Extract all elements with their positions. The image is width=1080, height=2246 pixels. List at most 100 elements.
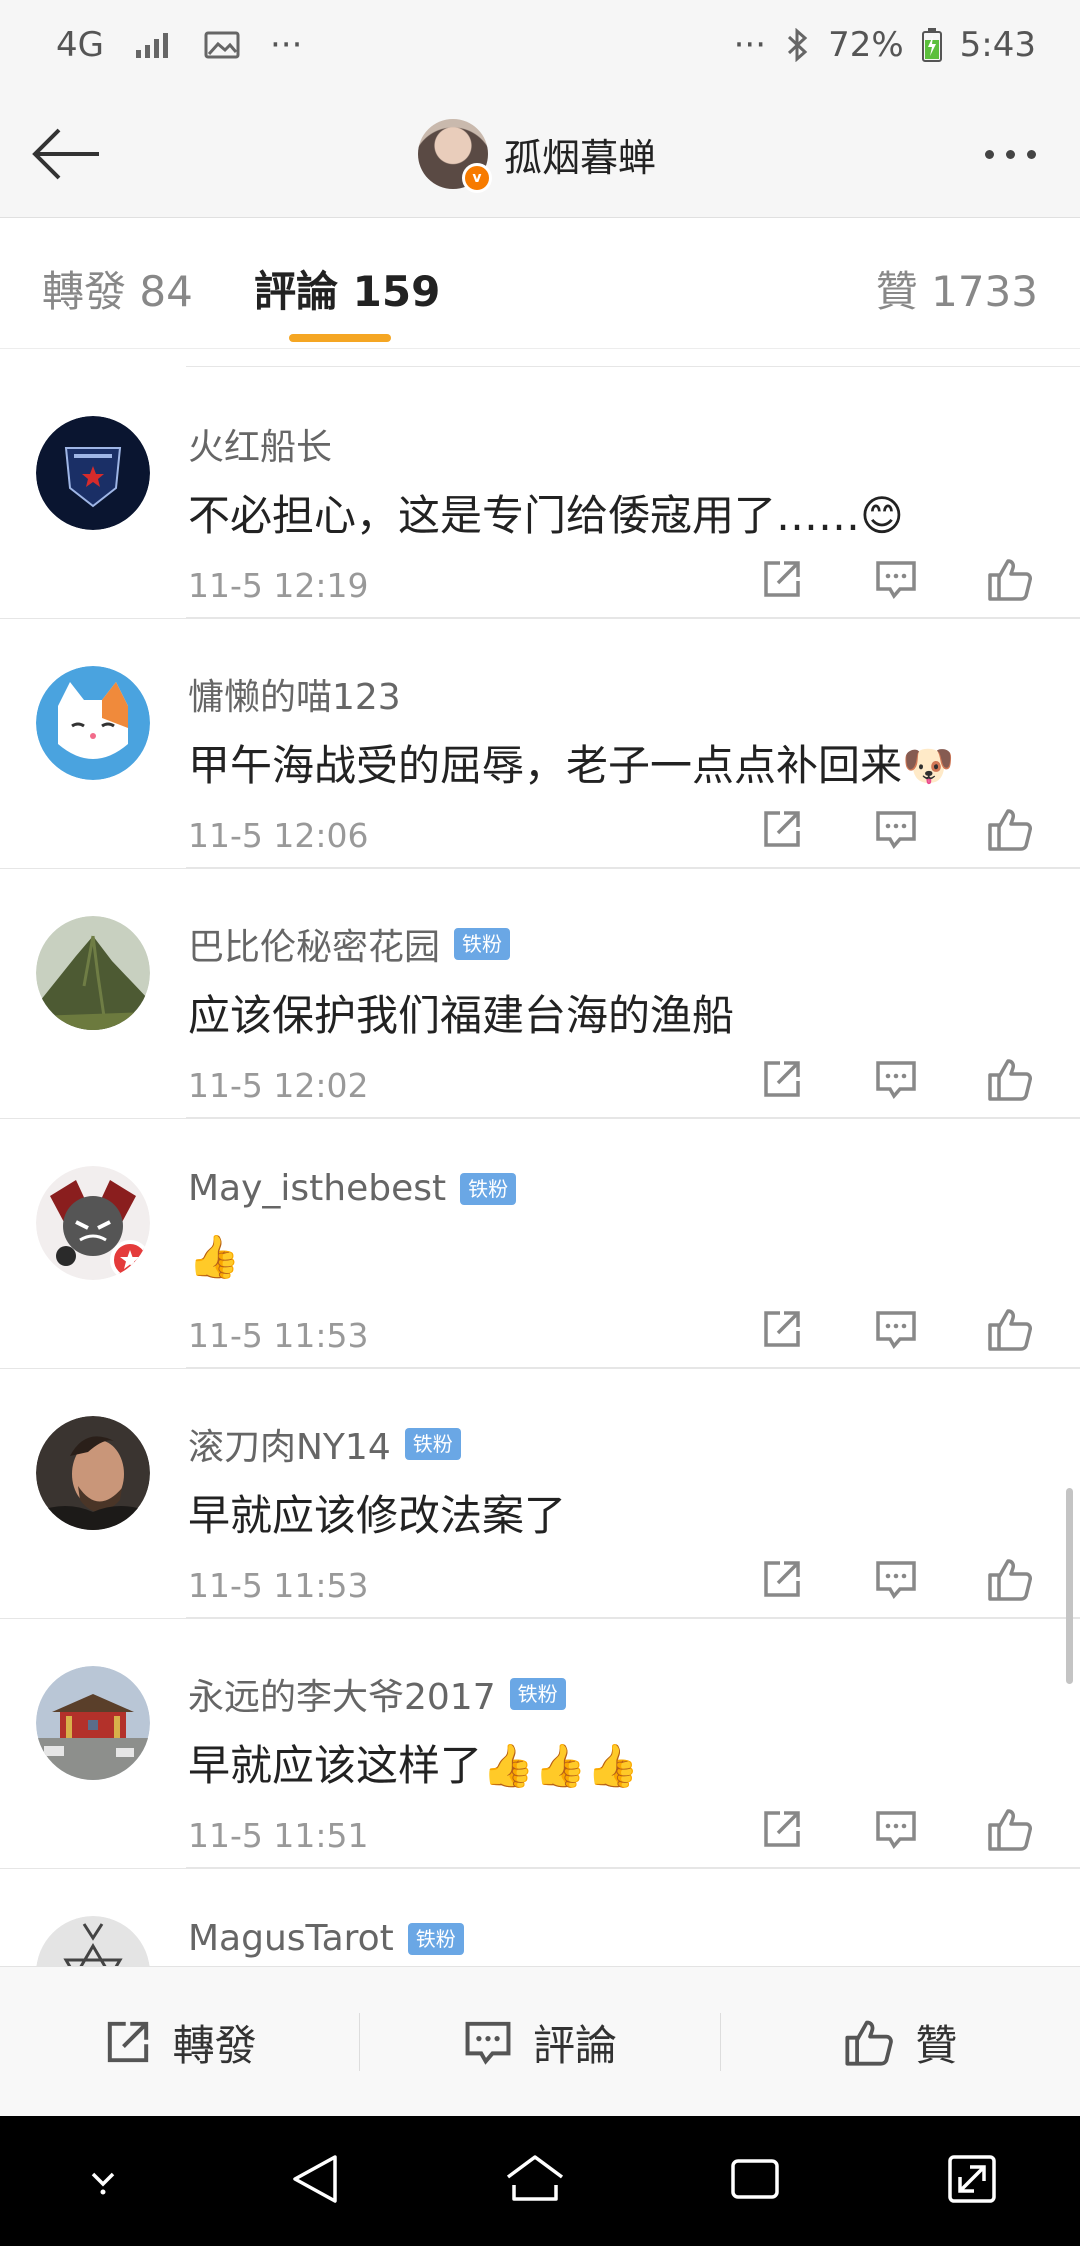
bottom-action-bar: 轉發 評論 贊 bbox=[0, 1966, 1080, 2117]
reply-button[interactable] bbox=[870, 1054, 922, 1104]
active-tab-indicator bbox=[289, 334, 391, 342]
share-button[interactable] bbox=[756, 1054, 808, 1104]
comment-time: 11-5 11:53 bbox=[188, 1566, 369, 1605]
commenter-avatar[interactable] bbox=[36, 666, 150, 780]
commenter-avatar[interactable] bbox=[36, 916, 150, 1030]
like-label: 贊 bbox=[915, 2020, 958, 2070]
comment-actions bbox=[756, 1554, 1036, 1604]
like-button[interactable] bbox=[984, 1804, 1036, 1854]
more-button[interactable] bbox=[970, 118, 1050, 190]
like-button[interactable] bbox=[984, 1304, 1036, 1354]
comment-item: 巴比伦秘密花园 铁粉 应该保护我们福建台海的渔船 11-5 12:02 bbox=[0, 868, 1080, 1119]
tab-comments[interactable]: 評論 159 bbox=[254, 258, 440, 319]
like-button[interactable] bbox=[984, 1554, 1036, 1604]
post-author[interactable]: v 孤烟暮蝉 bbox=[418, 116, 657, 193]
reply-button[interactable] bbox=[870, 804, 922, 854]
commenter-name[interactable]: 永远的李大爷2017 铁粉 bbox=[188, 1668, 566, 1720]
status-bar: 4G ··· ··· 72% 5:43 bbox=[0, 0, 1080, 90]
share-icon bbox=[764, 1311, 800, 1347]
tab-likes[interactable]: 贊 1733 bbox=[876, 258, 1038, 319]
signal-icon bbox=[134, 30, 174, 60]
share-button[interactable] bbox=[756, 1804, 808, 1854]
comment-time: 11-5 12:02 bbox=[188, 1066, 369, 1105]
commenter-name[interactable]: 滚刀肉NY14 铁粉 bbox=[188, 1418, 461, 1470]
network-type-indicator: 4G bbox=[56, 25, 104, 65]
comment-text: 👍 bbox=[188, 1232, 241, 1281]
battery-charging-icon bbox=[921, 28, 942, 62]
commenter-avatar[interactable] bbox=[36, 1916, 150, 1966]
comment-item: MagusTarot 铁粉 bbox=[0, 1868, 1080, 1966]
reply-button[interactable] bbox=[870, 554, 922, 604]
reply-button[interactable] bbox=[870, 1554, 922, 1604]
comment-time: 11-5 12:06 bbox=[188, 816, 369, 855]
comment-label: 評論 bbox=[532, 2020, 617, 2070]
like-button[interactable] bbox=[984, 804, 1036, 854]
reply-button[interactable] bbox=[870, 1304, 922, 1354]
comment-time: 11-5 11:51 bbox=[188, 1816, 369, 1855]
more-dots-icon bbox=[984, 149, 994, 159]
like-button[interactable] bbox=[984, 1054, 1036, 1104]
comment-list[interactable]: 火红船长 不必担心，这是专门给倭寇用了……😊 11-5 12:19 慵懒的喵12… bbox=[0, 350, 1080, 1966]
verified-icon: v bbox=[462, 163, 492, 193]
share-button[interactable] bbox=[756, 1304, 808, 1354]
comment-item: 滚刀肉NY14 铁粉 早就应该修改法案了 11-5 11:53 bbox=[0, 1368, 1080, 1619]
share-button[interactable] bbox=[756, 1554, 808, 1604]
like-button[interactable] bbox=[984, 554, 1036, 604]
commenter-name[interactable]: MagusTarot 铁粉 bbox=[188, 1918, 464, 1959]
author-avatar[interactable]: v bbox=[418, 119, 492, 193]
page-title: 孤烟暮蝉 bbox=[504, 135, 657, 180]
commenter-name[interactable]: May_isthebest 铁粉 bbox=[188, 1168, 517, 1209]
like-button[interactable]: 贊 bbox=[721, 1967, 1080, 2117]
share-icon bbox=[107, 2021, 148, 2063]
thumbs-up-icon bbox=[988, 809, 1032, 851]
share-icon bbox=[764, 811, 800, 847]
fan-badge: 铁粉 bbox=[404, 1428, 461, 1460]
commenter-name[interactable]: 慵懒的喵123 bbox=[188, 668, 401, 720]
commenter-name[interactable]: 巴比伦秘密花园 铁粉 bbox=[188, 918, 511, 970]
comment-text: 早就应该修改法案了 bbox=[188, 1491, 567, 1540]
comment-actions bbox=[756, 1054, 1036, 1104]
share-icon bbox=[764, 1811, 800, 1847]
fan-badge: 铁粉 bbox=[454, 928, 511, 960]
app-header: v 孤烟暮蝉 bbox=[0, 90, 1080, 218]
commenter-avatar[interactable] bbox=[36, 416, 150, 530]
divider bbox=[186, 366, 1080, 367]
comment-text: 早就应该这样了👍👍👍 bbox=[188, 1741, 639, 1790]
comment-button[interactable]: 評論 bbox=[360, 1967, 719, 2117]
status-left: 4G ··· bbox=[56, 25, 302, 65]
clock: 5:43 bbox=[959, 25, 1036, 65]
more-dots-icon bbox=[1005, 149, 1015, 159]
back-nav-button[interactable] bbox=[285, 2149, 345, 2213]
repost-label: 轉發 bbox=[172, 2020, 257, 2070]
more-status-indicator: ··· bbox=[733, 25, 767, 65]
home-nav-button[interactable] bbox=[502, 2149, 568, 2213]
comment-actions bbox=[756, 1304, 1036, 1354]
recents-nav-button[interactable] bbox=[725, 2149, 785, 2213]
share-button[interactable] bbox=[756, 804, 808, 854]
commenter-avatar[interactable] bbox=[36, 1666, 150, 1780]
back-button[interactable] bbox=[28, 118, 104, 190]
image-notification-icon bbox=[204, 30, 240, 60]
commenter-avatar[interactable] bbox=[36, 1166, 150, 1280]
tab-repost[interactable]: 轉發 84 bbox=[42, 258, 193, 319]
commenter-avatar[interactable] bbox=[36, 1416, 150, 1530]
thumbs-up-icon bbox=[988, 559, 1032, 601]
share-icon bbox=[764, 1561, 800, 1597]
thumbs-up-icon bbox=[845, 2020, 894, 2066]
comment-actions bbox=[756, 804, 1036, 854]
expand-icon bbox=[947, 2155, 996, 2203]
system-navigation-bar bbox=[0, 2116, 1080, 2246]
reply-button[interactable] bbox=[870, 1804, 922, 1854]
comment-item: May_isthebest 铁粉 👍 11-5 11:53 bbox=[0, 1118, 1080, 1369]
scrollbar[interactable] bbox=[1066, 1488, 1073, 1684]
thumbs-up-icon bbox=[988, 1059, 1032, 1101]
comment-text: 不必担心，这是专门给倭寇用了……😊 bbox=[188, 491, 904, 540]
repost-button[interactable]: 轉發 bbox=[0, 1967, 359, 2117]
commenter-name[interactable]: 火红船长 bbox=[188, 418, 332, 470]
fan-badge: 铁粉 bbox=[509, 1678, 566, 1710]
hide-nav-button[interactable] bbox=[78, 2154, 128, 2208]
share-button[interactable] bbox=[756, 554, 808, 604]
interaction-tabs: 轉發 84 評論 159 贊 1733 bbox=[0, 218, 1080, 349]
comment-text: 应该保护我们福建台海的渔船 bbox=[188, 991, 735, 1040]
expand-nav-button[interactable] bbox=[942, 2149, 1002, 2213]
